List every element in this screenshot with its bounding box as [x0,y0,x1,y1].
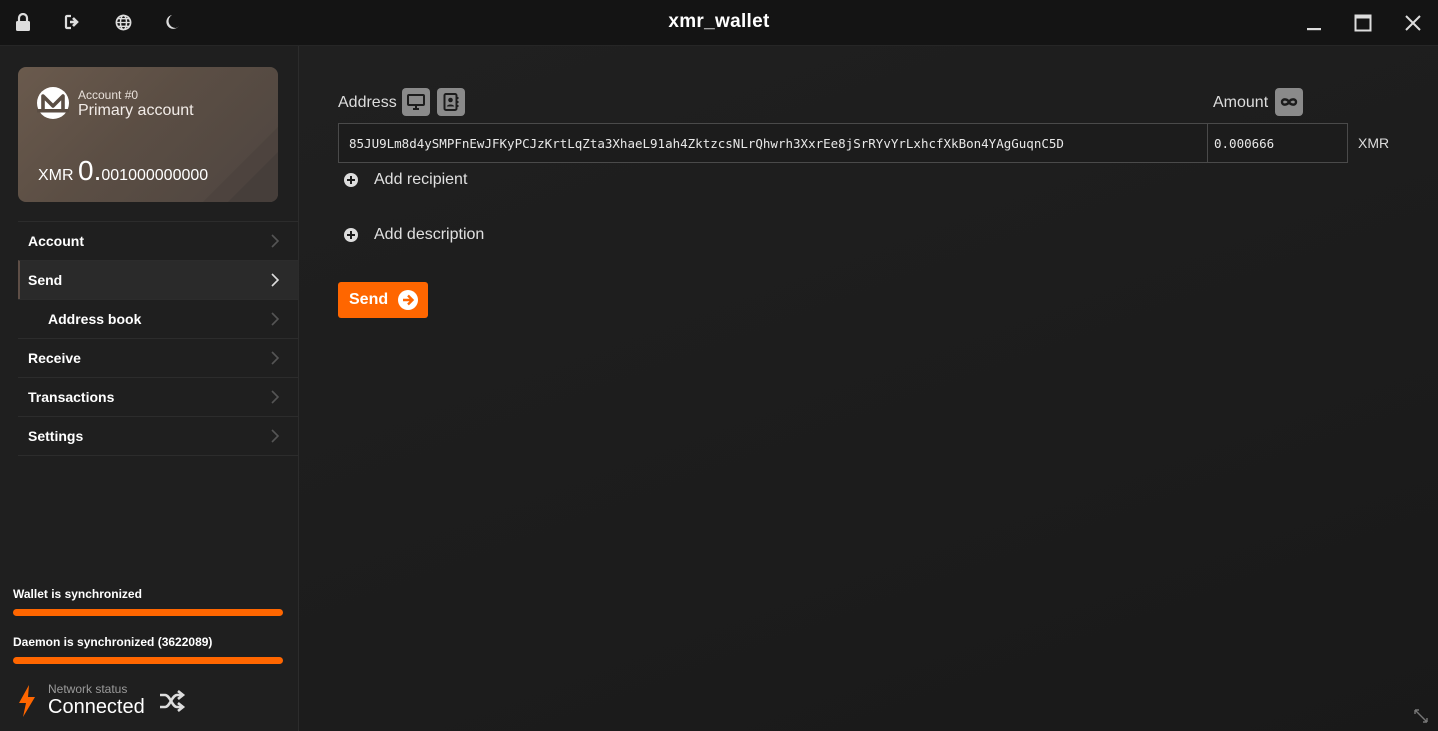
arrow-right-circle-icon [398,290,418,310]
sidebar-item-settings[interactable]: Settings [18,416,298,456]
chevron-right-icon [271,312,280,326]
wallet-sync-progress [13,609,283,616]
maximize-icon[interactable] [1350,10,1376,36]
sidebar-item-send[interactable]: Send [18,260,298,299]
sidebar-item-transactions[interactable]: Transactions [18,377,298,416]
window-title: xmr_wallet [668,11,770,32]
monitor-icon[interactable] [402,88,430,116]
network-status-value: Connected [48,696,145,718]
lightning-icon [17,685,37,717]
amount-currency: XMR [1358,135,1390,151]
sidebar: Account #0 Primary account XMR 0.0010000… [0,46,299,731]
shuffle-icon[interactable] [158,689,186,713]
balance-integer: 0. [78,155,102,186]
sidebar-item-label: Send [28,272,63,288]
infinity-icon[interactable] [1275,88,1303,116]
add-description-label: Add description [374,226,485,243]
sidebar-item-label: Transactions [28,389,115,405]
add-recipient-button[interactable]: Add recipient [344,171,467,189]
chevron-right-icon [271,273,280,287]
add-recipient-label: Add recipient [374,171,468,188]
chevron-right-icon [271,429,280,443]
chevron-right-icon [271,234,280,248]
balance-currency: XMR [38,167,74,184]
sidebar-item-address-book[interactable]: Address book [18,299,298,338]
sidebar-item-account[interactable]: Account [18,221,298,260]
send-panel: Address Amount 85JU9Lm8d4ySMPFnEwJFKyPCJ… [299,46,1438,731]
account-number: Account #0 [78,88,139,102]
address-input[interactable]: 85JU9Lm8d4ySMPFnEwJFKyPCJzKrtLqZta3XhaeL… [338,123,1208,163]
title-bar: xmr_wallet [0,0,1438,46]
send-button[interactable]: Send [338,282,428,318]
plus-circle-icon [344,228,358,242]
amount-input[interactable]: 0.000666 [1207,123,1348,163]
account-balance: XMR 0.001000000000 [38,155,208,187]
close-icon[interactable] [1400,10,1426,36]
sidebar-item-label: Receive [28,350,81,366]
chevron-right-icon [271,351,280,365]
minimize-icon[interactable] [1301,10,1327,36]
chevron-right-icon [271,390,280,404]
monero-logo-icon [37,87,69,119]
send-button-label: Send [349,291,389,308]
sidebar-item-label: Account [28,233,84,249]
sidebar-menu: Account Send Address book Receive Transa… [18,221,298,456]
sidebar-item-receive[interactable]: Receive [18,338,298,377]
daemon-sync-label: Daemon is synchronized (3622089) [13,635,213,649]
amount-label: Amount [1213,94,1269,111]
account-card[interactable]: Account #0 Primary account XMR 0.0010000… [18,67,278,202]
add-description-button[interactable]: Add description [344,226,484,244]
resize-handle-icon[interactable] [1414,709,1428,723]
plus-circle-icon [344,173,358,187]
address-book-icon[interactable] [437,88,465,116]
address-label: Address [338,94,397,111]
daemon-sync-progress [13,657,283,664]
sidebar-item-label: Settings [28,428,84,444]
network-status-label: Network status [48,682,128,696]
wallet-sync-label: Wallet is synchronized [13,587,142,601]
sidebar-item-label: Address book [48,311,142,327]
balance-fraction: 001000000000 [101,167,209,184]
account-name: Primary account [78,102,194,119]
